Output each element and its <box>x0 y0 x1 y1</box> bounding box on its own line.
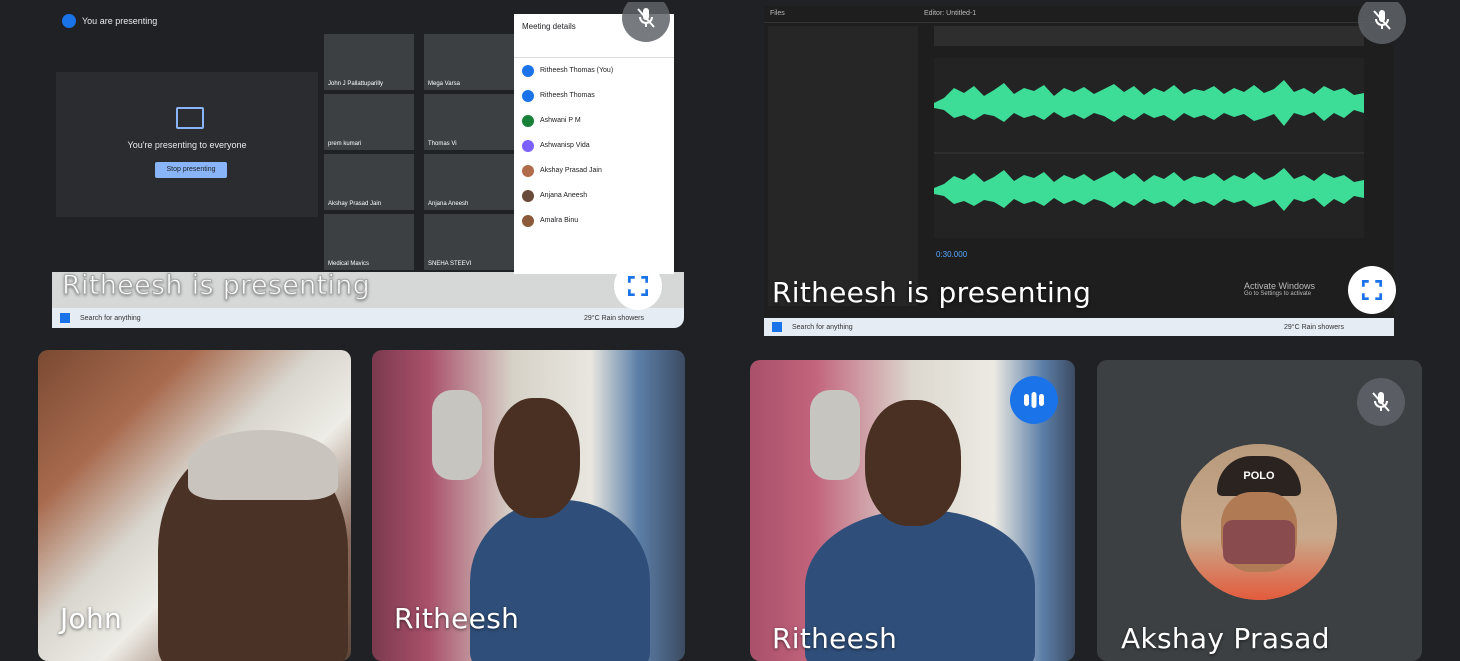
presenting-label: Ritheesh is presenting <box>61 270 371 302</box>
windows-taskbar: Search for anything 29°C Rain showers <box>764 318 1394 336</box>
participant-tile-john[interactable]: John <box>38 350 351 661</box>
mic-off-icon <box>1357 378 1405 426</box>
participant-name: John <box>60 602 123 635</box>
participant-name: Ritheesh <box>394 602 520 635</box>
mini-tile: Akshay Prasad Jain <box>324 154 414 210</box>
meeting-details-tabs <box>514 39 674 58</box>
participant-row: Anjana Aneesh <box>514 183 674 208</box>
files-panel <box>768 26 918 306</box>
screen-share-tile-1[interactable]: You are presenting You're presenting to … <box>38 2 684 328</box>
taskbar-weather: 29°C Rain showers <box>1284 323 1344 331</box>
mini-tile: Medical Mavics <box>324 214 414 270</box>
screen-share-tile-2[interactable]: Files Editor: Untitled-1 0:30.000 Activa… <box>750 2 1422 336</box>
participant-row: Ritheesh Thomas (You) <box>514 58 674 83</box>
files-tab: Files <box>770 10 785 17</box>
overview-bar <box>934 26 1364 46</box>
presenting-to-everyone-text: You're presenting to everyone <box>127 140 247 150</box>
taskbar-search: Search for anything <box>792 323 853 331</box>
windows-start-icon <box>60 313 70 323</box>
editor-tab: Editor: Untitled-1 <box>924 10 977 17</box>
participant-tile-ritheesh[interactable]: Ritheesh <box>372 350 685 661</box>
participant-row: Akshay Prasad Jain <box>514 158 674 183</box>
waveform-graphic <box>934 80 1364 211</box>
mic-off-icon <box>1358 2 1406 44</box>
waveform <box>934 58 1364 238</box>
participant-tile-ritheesh-2[interactable]: Ritheesh <box>750 360 1075 661</box>
presenting-label: Ritheesh is presenting <box>772 276 1092 309</box>
participant-name: Ritheesh <box>772 622 898 655</box>
presenting-status: You are presenting <box>62 14 157 28</box>
hair <box>188 430 338 500</box>
avatar: POLO <box>1181 444 1337 600</box>
stop-presenting-button[interactable]: Stop presenting <box>155 162 227 178</box>
participant-name: Akshay Prasad <box>1121 622 1330 655</box>
participant-head <box>494 398 580 518</box>
taskbar-weather: 29°C Rain showers <box>584 314 644 322</box>
you-are-presenting-text: You are presenting <box>82 16 158 26</box>
participant-tile-akshay[interactable]: POLO Akshay Prasad <box>1097 360 1422 661</box>
participant-row: Ashwani P M <box>514 108 674 133</box>
fullscreen-icon <box>1361 279 1383 301</box>
audio-level-icon <box>1010 376 1058 424</box>
windows-taskbar: Search for anything 29°C Rain showers <box>52 308 684 328</box>
microphone <box>810 390 860 480</box>
microphone <box>432 390 482 480</box>
mini-tile: prem kumari <box>324 94 414 150</box>
taskbar-search: Search for anything <box>80 314 141 322</box>
mini-tile: Thomas Vi <box>424 94 514 150</box>
fullscreen-icon <box>627 275 649 297</box>
divider <box>764 22 1394 23</box>
presenting-panel: You're presenting to everyone Stop prese… <box>56 72 318 217</box>
fullscreen-button[interactable] <box>1348 266 1396 314</box>
mini-tile: Anjana Aneesh <box>424 154 514 210</box>
activate-windows-text: Activate Windows Go to Settings to activ… <box>1244 281 1316 297</box>
fullscreen-button[interactable] <box>614 262 662 310</box>
mini-tile: John J Pallattuparilly <box>324 34 414 90</box>
participant-row: Amalra Binu <box>514 208 674 233</box>
face-mask <box>1223 520 1295 564</box>
timecode: 0:30.000 <box>936 250 968 259</box>
mini-tile: Mega Varsa <box>424 34 514 90</box>
participant-head <box>865 400 961 526</box>
participant-row: Ashwanisp Vida <box>514 133 674 158</box>
mini-tile: SNEHA STEEVI <box>424 214 514 270</box>
meeting-details-panel: Meeting details Ritheesh Thomas (You) Ri… <box>514 14 674 274</box>
windows-start-icon <box>772 322 782 332</box>
present-screen-icon <box>176 107 204 129</box>
participant-row: Ritheesh Thomas <box>514 83 674 108</box>
participant-shirt <box>470 500 650 661</box>
user-avatar-small <box>62 14 76 28</box>
